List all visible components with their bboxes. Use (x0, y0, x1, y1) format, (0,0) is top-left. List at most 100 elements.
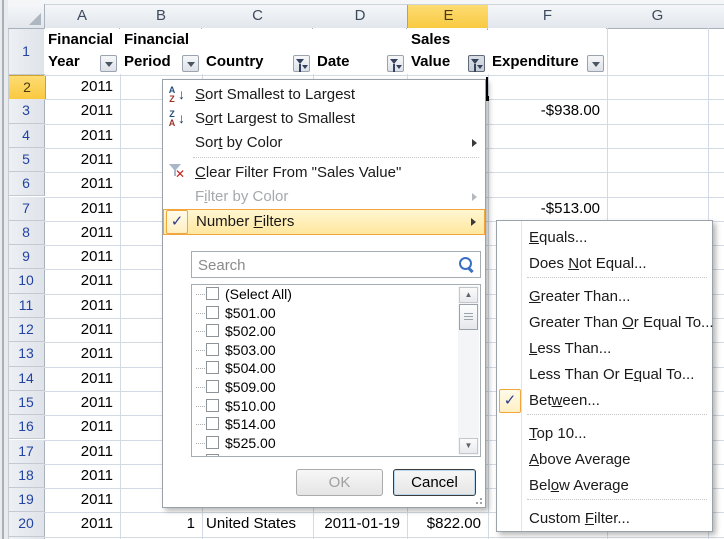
row-header-19[interactable]: 19 (8, 488, 45, 512)
cell-d20[interactable]: 2011-01-19 (317, 512, 400, 536)
row-header-18[interactable]: 18 (8, 464, 45, 488)
number-filter-option[interactable]: Equals... (497, 225, 712, 251)
number-filter-option[interactable]: Does Not Equal... (497, 251, 712, 277)
value-checkbox[interactable] (206, 287, 219, 300)
number-filter-option[interactable]: Top 10... (497, 421, 712, 447)
filter-button-d[interactable] (387, 55, 404, 72)
search-icon[interactable] (459, 257, 472, 270)
value-checkbox[interactable] (206, 417, 219, 430)
number-filter-option[interactable]: Above Average (497, 447, 712, 473)
number-filter-option[interactable]: Greater Than Or Equal To... (497, 310, 712, 336)
header-cell-b[interactable]: FinancialPeriod (120, 28, 201, 74)
row-header-11[interactable]: 11 (8, 294, 45, 318)
row-header-1[interactable]: 1 (8, 28, 45, 75)
ok-button[interactable]: OK (296, 469, 383, 496)
filter-menu-item[interactable]: ✕Clear Filter From "Sales Value" (163, 161, 485, 185)
row-header-9[interactable]: 9 (8, 245, 45, 269)
scroll-up-button[interactable]: ▲ (459, 287, 478, 303)
filter-button-f[interactable] (587, 55, 604, 72)
cell-a12[interactable]: 2011 (48, 318, 113, 342)
filter-menu-item[interactable]: AZ↓Sort Smallest to Largest (163, 83, 485, 107)
value-checkbox[interactable] (206, 454, 219, 457)
row-header-8[interactable]: 8 (8, 221, 45, 245)
filter-value-item[interactable]: $504.00 (192, 359, 456, 378)
cell-b20[interactable]: 1 (124, 512, 195, 536)
filter-menu-item[interactable]: Sort by Color (163, 131, 485, 155)
filter-button-e[interactable] (468, 55, 485, 72)
row-header-13[interactable]: 13 (8, 342, 45, 366)
cancel-button[interactable]: Cancel (393, 469, 476, 496)
value-checkbox[interactable] (206, 324, 219, 337)
filter-value-item[interactable]: $510.00 (192, 397, 456, 416)
row-header-16[interactable]: 16 (8, 415, 45, 439)
header-cell-c[interactable]: Country (202, 28, 312, 74)
row-header-2[interactable]: 2 (8, 75, 46, 100)
header-cell-d[interactable]: Date (313, 28, 406, 74)
cell-a13[interactable]: 2011 (48, 342, 113, 366)
cell-a10[interactable]: 2011 (48, 269, 113, 293)
row-header-4[interactable]: 4 (8, 124, 45, 148)
row-header-3[interactable]: 3 (8, 99, 45, 123)
row-header-6[interactable]: 6 (8, 172, 45, 196)
filter-menu-item[interactable]: ZA↓Sort Largest to Smallest (163, 107, 485, 131)
column-header-b[interactable]: B (120, 4, 203, 29)
column-header-e[interactable]: E (407, 4, 490, 30)
filter-button-c[interactable] (293, 55, 310, 72)
value-checkbox[interactable] (206, 380, 219, 393)
filter-value-item[interactable]: $502.00 (192, 322, 456, 341)
value-checkbox[interactable] (206, 361, 219, 374)
filter-value-item[interactable] (192, 452, 456, 457)
cell-a17[interactable]: 2011 (48, 440, 113, 464)
cell-f7[interactable]: -$513.00 (492, 197, 600, 221)
row-header-17[interactable]: 17 (8, 440, 45, 464)
cell-a5[interactable]: 2011 (48, 148, 113, 172)
cell-a2[interactable]: 2011 (48, 75, 113, 99)
scroll-down-button[interactable]: ▼ (459, 438, 478, 454)
filter-menu-item[interactable]: ✓Number Filters (163, 209, 485, 235)
row-header-12[interactable]: 12 (8, 318, 45, 342)
filter-value-item[interactable]: $525.00 (192, 434, 456, 453)
cell-a14[interactable]: 2011 (48, 367, 113, 391)
number-filter-option[interactable]: Below Average (497, 473, 712, 499)
row-header-7[interactable]: 7 (8, 197, 45, 221)
row-header-10[interactable]: 10 (8, 269, 45, 293)
cell-c20[interactable]: United States (206, 512, 306, 536)
number-filter-option[interactable]: Custom Filter... (497, 506, 712, 532)
cell-a9[interactable]: 2011 (48, 245, 113, 269)
cell-a6[interactable]: 2011 (48, 172, 113, 196)
filter-value-item[interactable]: $514.00 (192, 415, 456, 434)
cell-a7[interactable]: 2011 (48, 197, 113, 221)
scrollbar-thumb[interactable] (459, 304, 478, 330)
filter-value-item[interactable]: $501.00 (192, 304, 456, 323)
select-all-corner[interactable] (8, 4, 45, 29)
row-header-5[interactable]: 5 (8, 148, 45, 172)
cell-a11[interactable]: 2011 (48, 294, 113, 318)
number-filter-option[interactable]: Less Than... (497, 336, 712, 362)
filter-value-item[interactable]: $503.00 (192, 341, 456, 360)
cell-a3[interactable]: 2011 (48, 99, 113, 123)
column-header-partial[interactable] (708, 4, 724, 29)
value-checkbox[interactable] (206, 436, 219, 449)
filter-button-b[interactable] (182, 55, 199, 72)
cell-a19[interactable]: 2011 (48, 488, 113, 512)
filter-value-item[interactable]: (Select All) (192, 285, 456, 304)
cell-e20[interactable]: $822.00 (411, 512, 481, 536)
filter-value-item[interactable]: $509.00 (192, 378, 456, 397)
header-cell-a[interactable]: FinancialYear (44, 28, 119, 74)
filter-button-a[interactable] (100, 55, 117, 72)
resize-grip-icon[interactable] (472, 494, 482, 504)
cell-a16[interactable]: 2011 (48, 415, 113, 439)
search-input[interactable] (196, 254, 450, 277)
number-filter-option[interactable]: Greater Than... (497, 284, 712, 310)
value-checkbox[interactable] (206, 306, 219, 319)
number-filter-option[interactable]: ✓Between... (497, 388, 712, 414)
row-header-15[interactable]: 15 (8, 391, 45, 415)
header-cell-f[interactable]: Expenditure (488, 28, 606, 74)
column-header-c[interactable]: C (202, 4, 314, 29)
column-header-d[interactable]: D (313, 4, 408, 29)
column-header-f[interactable]: F (488, 4, 608, 29)
value-checkbox[interactable] (206, 343, 219, 356)
cell-a4[interactable]: 2011 (48, 124, 113, 148)
column-header-a[interactable]: A (44, 4, 121, 29)
cell-a8[interactable]: 2011 (48, 221, 113, 245)
